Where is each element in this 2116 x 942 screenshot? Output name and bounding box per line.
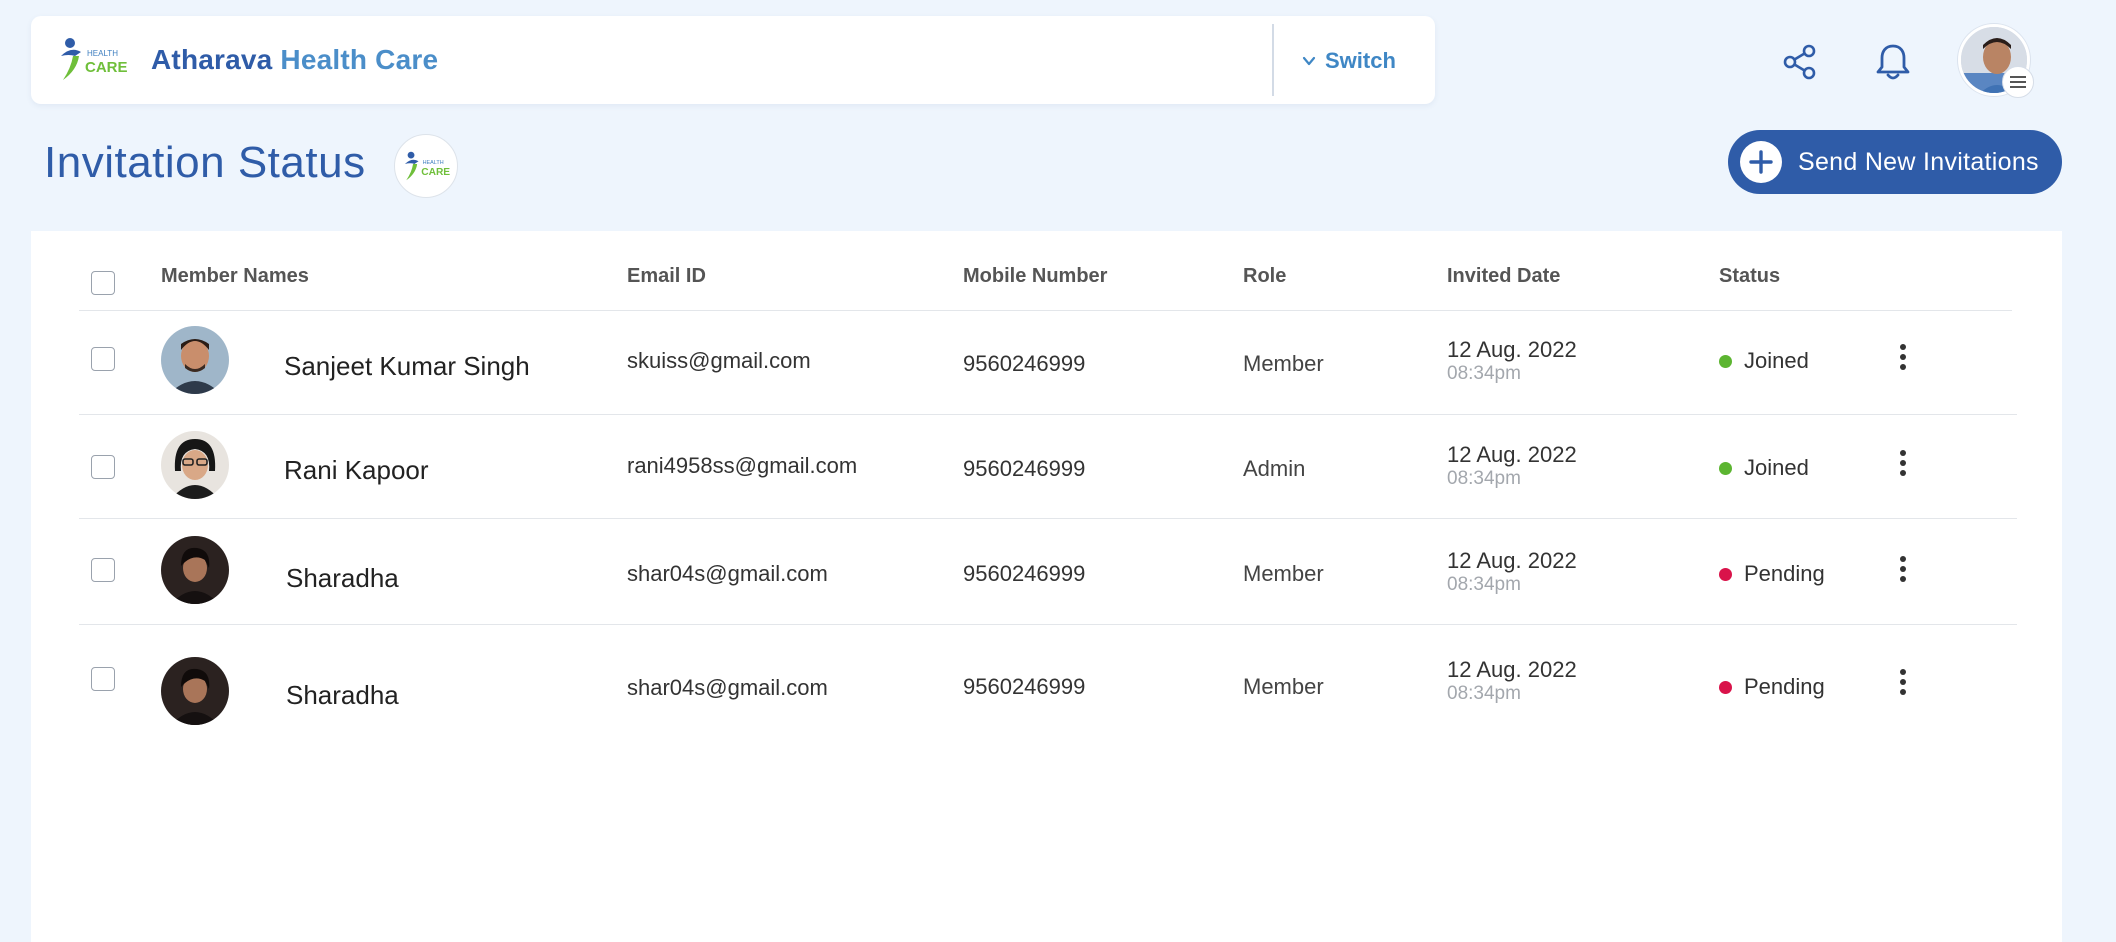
status-badge: Pending — [1719, 561, 1825, 587]
invited-time: 08:34pm — [1447, 363, 1521, 384]
column-header-role: Role — [1243, 265, 1287, 287]
kebab-icon[interactable] — [1895, 667, 1911, 697]
kebab-icon[interactable] — [1895, 342, 1911, 372]
invited-time: 08:34pm — [1447, 574, 1521, 595]
page-title: Invitation Status — [44, 138, 366, 187]
member-mobile: 9560246999 — [963, 674, 1086, 699]
member-mobile: 9560246999 — [963, 351, 1086, 376]
member-name: Sanjeet Kumar Singh — [284, 351, 530, 381]
member-avatar — [161, 657, 229, 725]
member-email: rani4958ss@gmail.com — [627, 453, 858, 478]
member-avatar — [161, 431, 229, 499]
column-header-invited-date: Invited Date — [1447, 265, 1561, 287]
member-email: skuiss@gmail.com — [627, 348, 811, 373]
member-role: Member — [1243, 351, 1324, 376]
notifications-bell-icon[interactable] — [1874, 42, 1912, 82]
status-badge: Joined — [1719, 455, 1809, 481]
status-label: Pending — [1744, 561, 1825, 586]
health-care-logo: HEALTH CARE — [57, 34, 128, 84]
row-checkbox[interactable] — [91, 558, 115, 582]
status-label: Pending — [1744, 674, 1825, 699]
invited-date: 12 Aug. 2022 — [1447, 548, 1577, 573]
logo-text-bottom: CARE — [85, 59, 127, 76]
switch-organization-button[interactable]: Switch — [1301, 46, 1396, 76]
row-checkbox[interactable] — [91, 347, 115, 371]
badge-logo-text-top: HEALTH — [423, 160, 444, 166]
kebab-icon[interactable] — [1895, 554, 1911, 584]
member-role: Member — [1243, 674, 1324, 699]
member-name: Sharadha — [286, 563, 399, 593]
member-email: shar04s@gmail.com — [627, 675, 828, 700]
member-mobile: 9560246999 — [963, 561, 1086, 586]
organization-name: Atharava Health Care — [151, 44, 438, 76]
invited-date: 12 Aug. 2022 — [1447, 657, 1577, 682]
member-name: Rani Kapoor — [284, 455, 429, 485]
status-dot — [1719, 354, 1732, 368]
send-button-label: Send New Invitations — [1798, 147, 2039, 176]
invited-date: 12 Aug. 2022 — [1447, 337, 1577, 362]
select-all-checkbox[interactable] — [91, 271, 115, 295]
table-row: Sharadha shar04s@gmail.com 9560246999 Me… — [31, 625, 2062, 729]
status-dot — [1719, 680, 1732, 694]
org-name-first: Atharava — [151, 44, 273, 75]
menu-icon[interactable] — [2002, 66, 2034, 98]
row-checkbox[interactable] — [91, 455, 115, 479]
chevron-down-icon — [1302, 56, 1316, 66]
status-dot — [1719, 461, 1732, 475]
share-icon[interactable] — [1782, 44, 1818, 80]
column-header-member-names: Member Names — [161, 265, 309, 287]
org-name-second: Health Care — [280, 44, 439, 75]
status-label: Joined — [1744, 455, 1809, 480]
invited-time: 08:34pm — [1447, 683, 1521, 704]
invited-date: 12 Aug. 2022 — [1447, 442, 1577, 467]
switch-label: Switch — [1325, 48, 1396, 73]
member-role: Admin — [1243, 456, 1306, 481]
badge-logo-text-bottom: CARE — [421, 167, 450, 178]
kebab-icon[interactable] — [1895, 448, 1911, 478]
member-name: Sharadha — [286, 680, 399, 710]
row-checkbox[interactable] — [91, 667, 115, 691]
member-role: Member — [1243, 561, 1324, 586]
member-email: shar04s@gmail.com — [627, 561, 828, 586]
member-mobile: 9560246999 — [963, 456, 1086, 481]
status-badge: Joined — [1719, 348, 1809, 374]
organization-logo-badge: HEALTH CARE — [394, 134, 458, 198]
plus-icon — [1740, 141, 1782, 183]
column-header-mobile: Mobile Number — [963, 265, 1108, 287]
status-label: Joined — [1744, 348, 1809, 373]
send-new-invitations-button[interactable]: Send New Invitations — [1728, 130, 2062, 194]
org-bar-divider — [1272, 24, 1274, 96]
member-avatar — [161, 536, 229, 604]
user-profile-menu[interactable] — [1958, 24, 2036, 102]
status-dot — [1719, 567, 1732, 581]
org-header-bar: HEALTH CARE Atharava Health Care Switch — [31, 16, 1435, 104]
member-avatar — [161, 326, 229, 394]
invited-time: 08:34pm — [1447, 468, 1521, 489]
column-header-email: Email ID — [627, 265, 706, 287]
invitations-table: Member Names Email ID Mobile Number Role… — [31, 231, 2062, 942]
table-row: Sharadha shar04s@gmail.com 9560246999 Me… — [31, 519, 2062, 623]
status-badge: Pending — [1719, 674, 1825, 700]
table-row: Sanjeet Kumar Singh skuiss@gmail.com 956… — [31, 311, 2062, 415]
table-row: Rani Kapoor rani4958ss@gmail.com 9560246… — [31, 415, 2062, 519]
logo-text-top: HEALTH — [87, 49, 118, 58]
column-header-status: Status — [1719, 265, 1781, 287]
